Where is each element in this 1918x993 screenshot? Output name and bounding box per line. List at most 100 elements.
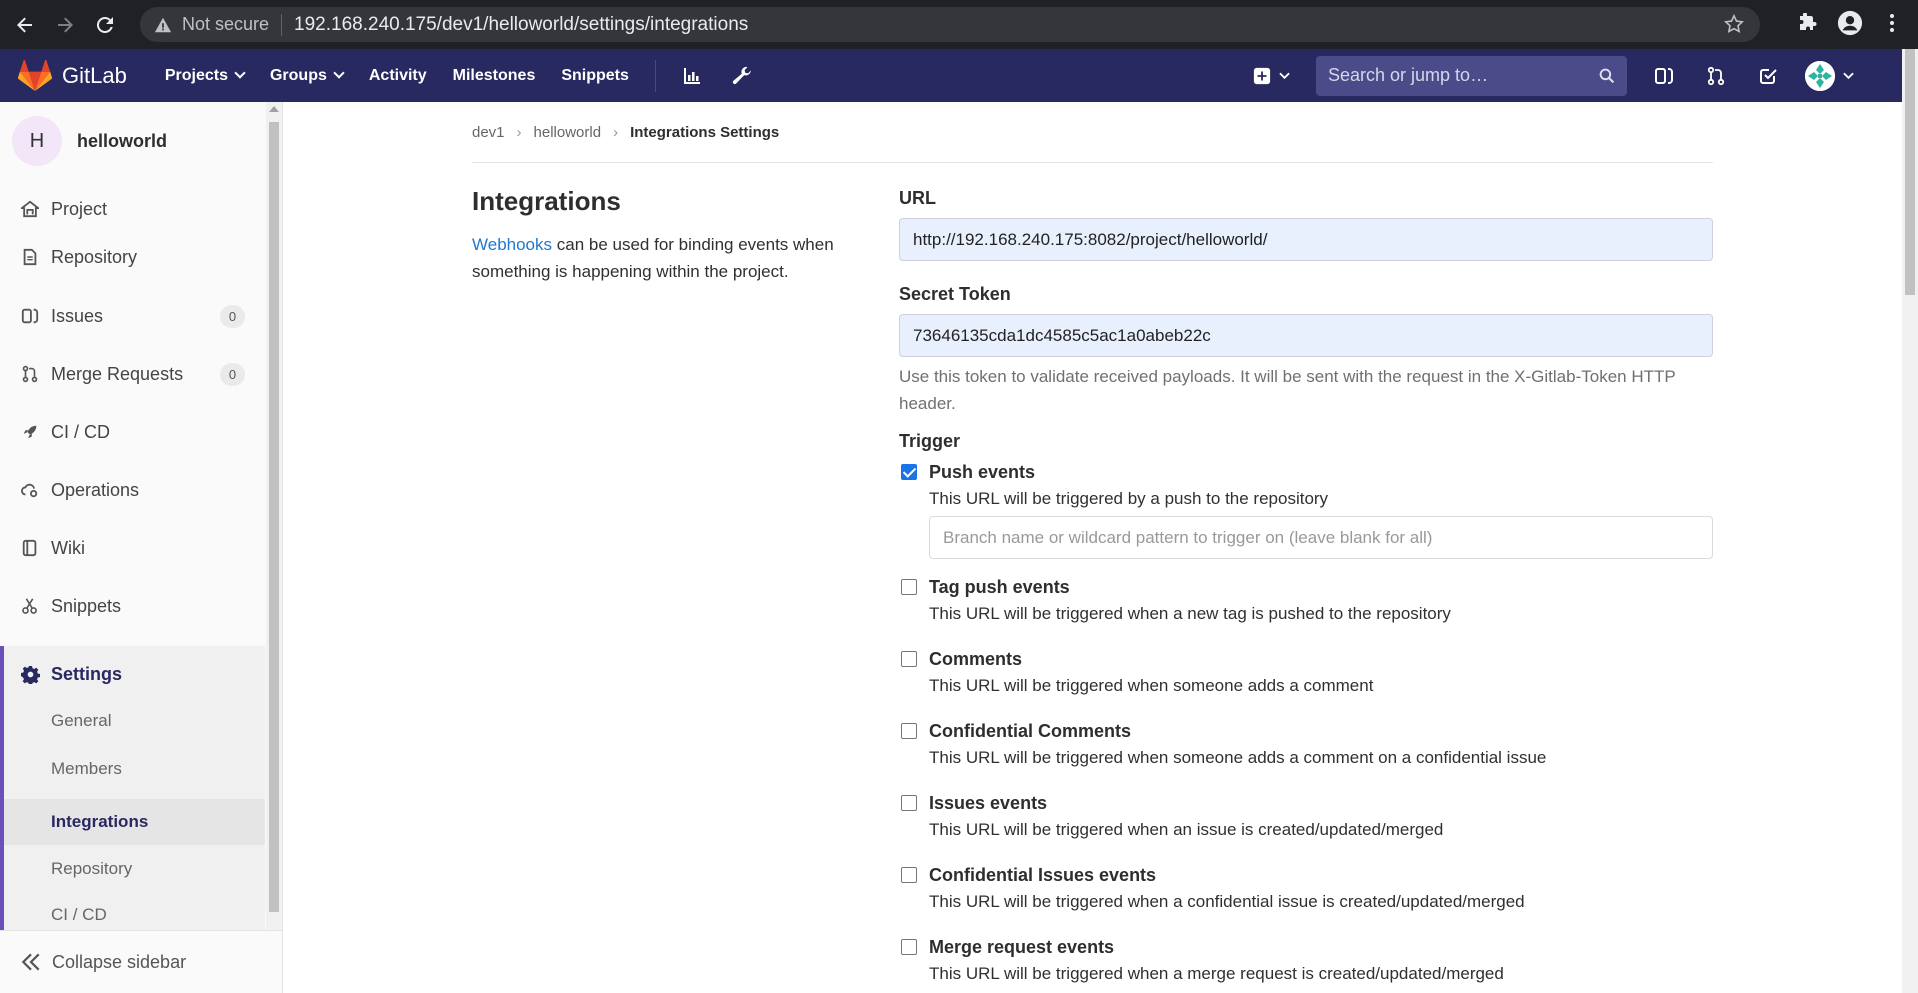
merge-request-events-checkbox[interactable]	[901, 939, 917, 955]
bookmark-star-icon[interactable]	[1724, 14, 1744, 34]
nav-snippets-link[interactable]: Snippets	[561, 67, 629, 85]
breadcrumb-helloworld[interactable]: helloworld	[534, 124, 602, 141]
breadcrumb-dev1[interactable]: dev1	[472, 124, 505, 141]
trigger-name[interactable]: Issues events	[929, 793, 1047, 814]
todos-shortcut-icon[interactable]	[1753, 61, 1783, 91]
divider	[472, 162, 1713, 163]
merge-requests-shortcut-icon[interactable]	[1701, 61, 1731, 91]
comments-checkbox[interactable]	[901, 651, 917, 667]
back-button[interactable]	[10, 10, 40, 40]
intro-text: Webhooks can be used for binding events …	[472, 231, 872, 285]
gitlab-logo-link[interactable]: GitLab	[18, 59, 127, 92]
secret-token-input[interactable]: 73646135cda1dc4585c5ac1a0abeb22c	[899, 314, 1713, 357]
extensions-icon[interactable]	[1794, 9, 1822, 37]
webhook-form: URL http://192.168.240.175:8082/project/…	[899, 188, 1713, 983]
trigger-name[interactable]: Confidential Comments	[929, 721, 1131, 742]
sidebar-sub-general[interactable]: General	[4, 698, 265, 744]
sidebar-scrollbar-thumb[interactable]	[269, 122, 279, 912]
trigger-name[interactable]: Merge request events	[929, 937, 1114, 958]
book-icon	[19, 537, 41, 559]
sidebar-item-issues[interactable]: Issues 0	[0, 292, 265, 340]
branch-filter-input[interactable]	[929, 516, 1713, 559]
sidebar-item-label: Settings	[51, 663, 123, 684]
sidebar-sub-integrations[interactable]: Integrations	[4, 799, 265, 845]
page-scrollbar-thumb[interactable]	[1905, 49, 1915, 295]
sidebar-item-merge-requests[interactable]: Merge Requests 0	[0, 350, 265, 398]
trigger-name[interactable]: Push events	[929, 462, 1035, 483]
collapse-sidebar-label: Collapse sidebar	[52, 951, 187, 972]
forward-button[interactable]	[50, 10, 80, 40]
analytics-icon[interactable]	[678, 62, 706, 90]
plus-square-icon	[1253, 67, 1271, 84]
nav-projects-dropdown[interactable]: Projects	[165, 67, 246, 85]
sidebar-sub-members[interactable]: Members	[4, 746, 265, 792]
reload-button[interactable]	[90, 10, 120, 40]
gear-icon	[19, 663, 41, 685]
trigger-description: This URL will be triggered when a merge …	[929, 964, 1504, 983]
breadcrumb-current[interactable]: Integrations Settings	[630, 124, 779, 141]
issues-shortcut-icon[interactable]	[1649, 61, 1679, 91]
page-scrollbar[interactable]	[1902, 49, 1918, 993]
reload-icon	[96, 16, 113, 33]
breadcrumb: dev1 › helloworld › Integrations Setting…	[472, 124, 779, 141]
confidential-comments-checkbox[interactable]	[901, 723, 917, 739]
browser-menu-icon[interactable]	[1878, 9, 1906, 37]
trigger-name[interactable]: Tag push events	[929, 577, 1070, 598]
double-chevron-left-icon	[21, 953, 40, 971]
issues-icon	[19, 305, 41, 327]
sidebar-item-ci-cd[interactable]: CI / CD	[0, 408, 265, 456]
push-events-checkbox[interactable]	[901, 464, 917, 480]
nav-groups-dropdown[interactable]: Groups	[270, 67, 345, 85]
address-bar[interactable]: Not secure 192.168.240.175/dev1/hellowor…	[140, 7, 1760, 42]
user-menu-dropdown[interactable]	[1805, 60, 1854, 91]
sidebar-item-snippets[interactable]: Snippets	[0, 582, 265, 630]
sidebar-item-label: Wiki	[51, 537, 85, 558]
merge-request-icon	[19, 363, 41, 385]
gitlab-tanuki-icon	[18, 59, 52, 91]
new-item-dropdown[interactable]	[1253, 67, 1290, 85]
profile-icon[interactable]	[1836, 9, 1864, 37]
nav-snippets-label: Snippets	[561, 66, 629, 84]
sidebar-item-label: Repository	[51, 246, 138, 267]
url-label: URL	[899, 188, 936, 208]
scissors-icon	[19, 595, 41, 617]
trigger-name[interactable]: Confidential Issues events	[929, 865, 1156, 886]
nav-milestones-link[interactable]: Milestones	[453, 67, 536, 85]
scroll-up-arrow-icon[interactable]	[269, 106, 279, 112]
tag-push-events-checkbox[interactable]	[901, 579, 917, 595]
admin-wrench-icon[interactable]	[728, 62, 756, 90]
sidebar-item-label: Project	[51, 198, 108, 219]
url-input[interactable]: http://192.168.240.175:8082/project/hell…	[899, 218, 1713, 261]
search-icon[interactable]	[1599, 68, 1615, 84]
sidebar-item-label: Snippets	[51, 595, 122, 616]
confidential-issues-events-checkbox[interactable]	[901, 867, 917, 883]
webhooks-link[interactable]: Webhooks	[472, 235, 552, 254]
project-sidebar: H helloworld Project Repository Issues 0…	[0, 102, 283, 993]
warning-icon	[154, 17, 172, 32]
trigger-description: This URL will be triggered when a new ta…	[929, 604, 1451, 623]
nav-milestones-label: Milestones	[452, 66, 536, 84]
security-label[interactable]: Not secure	[182, 14, 269, 35]
collapse-sidebar-button[interactable]: Collapse sidebar	[0, 930, 282, 993]
main-content: dev1 › helloworld › Integrations Setting…	[283, 102, 1902, 993]
search-input[interactable]	[1328, 65, 1599, 86]
sidebar-item-repository[interactable]: Repository	[0, 233, 265, 281]
sidebar-scrollbar[interactable]	[266, 102, 282, 930]
search-box[interactable]	[1316, 55, 1627, 96]
chevron-down-icon	[1843, 72, 1854, 79]
browser-toolbar: Not secure 192.168.240.175/dev1/hellowor…	[0, 0, 1918, 49]
trigger-name[interactable]: Comments	[929, 649, 1022, 670]
nav-activity-link[interactable]: Activity	[369, 67, 427, 85]
sidebar-item-wiki[interactable]: Wiki	[0, 524, 265, 572]
sidebar-sub-repository[interactable]: Repository	[4, 846, 265, 892]
url-text[interactable]: 192.168.240.175/dev1/helloworld/settings…	[294, 14, 748, 36]
sidebar-item-operations[interactable]: Operations	[0, 466, 265, 514]
trigger-description: This URL will be triggered when a confid…	[929, 892, 1525, 911]
secret-token-label: Secret Token	[899, 284, 1011, 304]
project-name: helloworld	[77, 130, 167, 151]
sidebar-item-settings[interactable]: Settings	[0, 650, 265, 698]
sidebar-item-project[interactable]: Project	[0, 185, 265, 233]
sidebar-project-link[interactable]: H helloworld	[12, 116, 167, 166]
back-arrow-icon	[17, 17, 32, 32]
issues-events-checkbox[interactable]	[901, 795, 917, 811]
